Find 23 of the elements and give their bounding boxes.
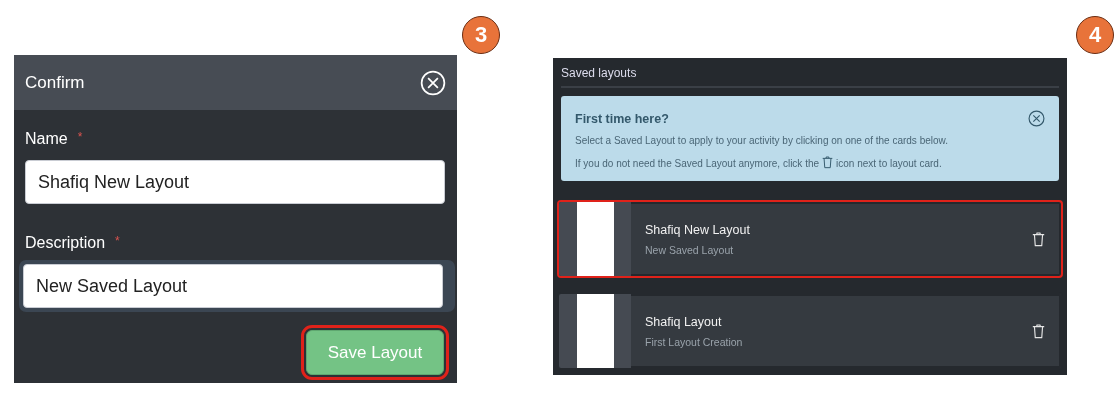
step-badge: 3 (462, 16, 500, 54)
card-title: Shafiq Layout (645, 314, 723, 329)
input-field[interactable]: New Saved Layout (23, 264, 443, 308)
step-badge: 4 (1076, 16, 1114, 54)
info-text: Select a Saved Layout to apply to your activity by clicking on one of the cards below. (575, 135, 949, 146)
trash-icon (822, 156, 834, 169)
panel-title: Saved layouts (561, 66, 1059, 88)
field-label: Description (25, 234, 106, 252)
required-mark: * (115, 234, 120, 250)
trash-icon[interactable] (1032, 323, 1045, 339)
info-text: If you do not need the Saved Layout anymore, click the (575, 158, 820, 169)
input-field[interactable]: Shafiq New Layout (25, 160, 445, 204)
card-title: Shafiq New Layout (645, 222, 751, 237)
layout-card[interactable]: Shafiq New Layout New Saved Layout (557, 200, 1063, 278)
info-heading: First time here? (575, 111, 669, 126)
card-description: New Saved Layout (645, 243, 735, 256)
required-mark: * (77, 130, 83, 146)
trash-icon[interactable] (1032, 231, 1045, 247)
card-description: First Layout Creation (645, 335, 744, 348)
field-label: Name (25, 130, 68, 148)
dialog-title: Confirm (25, 72, 85, 93)
info-text: icon next to layout card. (836, 158, 942, 169)
close-icon[interactable] (1028, 110, 1045, 127)
